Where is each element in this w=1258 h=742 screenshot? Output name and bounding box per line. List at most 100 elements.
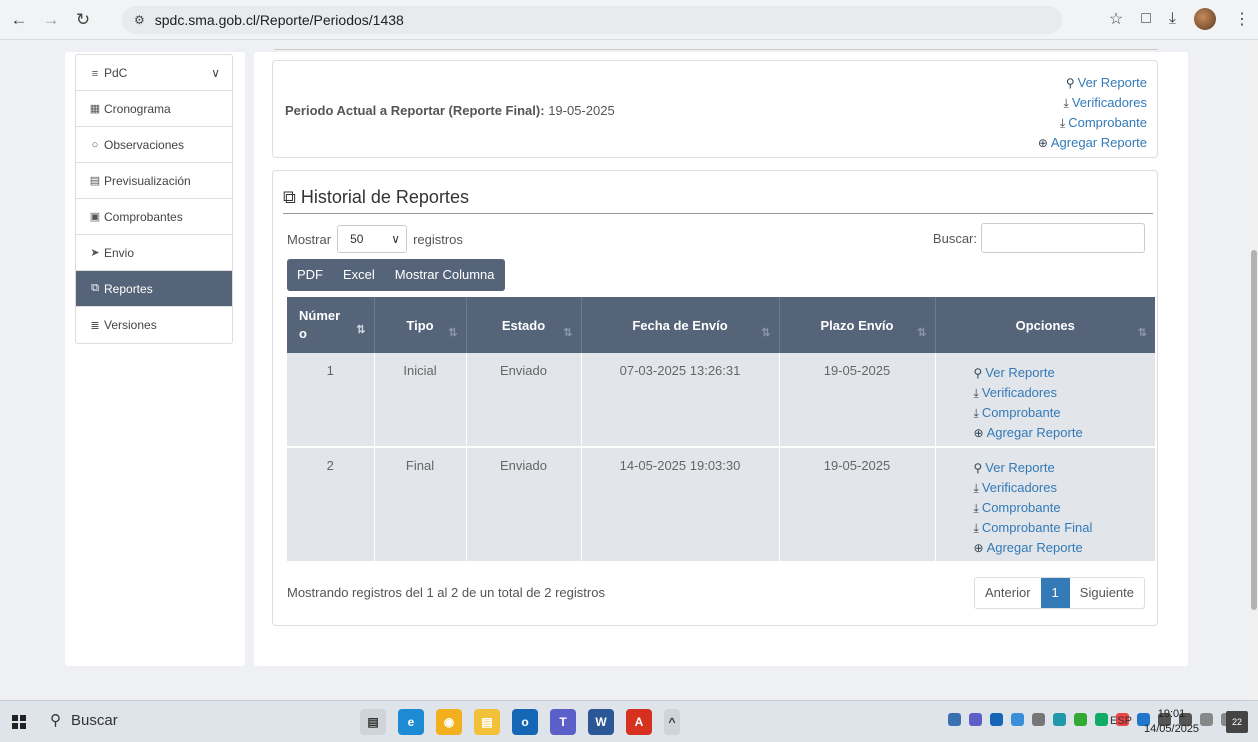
sidebar-item-label: Previsualización bbox=[104, 173, 191, 188]
comprobante-link[interactable]: ⤓ Comprobante bbox=[974, 403, 1156, 423]
search-icon: ⚲ bbox=[973, 461, 983, 475]
ver-reporte-link[interactable]: ⚲ Ver Reporte bbox=[974, 458, 1156, 478]
copy-icon: ⧉ bbox=[283, 187, 296, 207]
link-label: Ver Reporte bbox=[1077, 75, 1147, 90]
sidebar-item-label: PdC bbox=[104, 65, 128, 80]
column-header-plazo[interactable]: Plazo Envío ⇅ bbox=[779, 297, 936, 353]
comprobante-link[interactable]: ⤓ Comprobante bbox=[974, 498, 1156, 518]
windows-start-icon[interactable] bbox=[12, 715, 26, 729]
acrobat-icon[interactable]: A bbox=[626, 709, 652, 735]
verificadores-link[interactable]: ⤓ Verificadores bbox=[974, 383, 1156, 403]
column-header-numero[interactable]: Númer o ⇅ bbox=[287, 297, 375, 353]
link-label: Comprobante bbox=[1068, 115, 1147, 130]
sidebar-item-reportes[interactable]: ⧉ Reportes bbox=[76, 271, 232, 307]
records-label: registros bbox=[413, 231, 463, 247]
pagination-page[interactable]: 1 bbox=[1040, 578, 1070, 608]
volume-icon[interactable] bbox=[1200, 713, 1213, 726]
excel-button[interactable]: Excel bbox=[333, 259, 385, 291]
tray-app-icon[interactable] bbox=[1053, 713, 1066, 726]
menu-dots-icon[interactable]: ⋮ bbox=[1234, 9, 1250, 29]
onedrive-icon[interactable] bbox=[1011, 713, 1024, 726]
header-text: Fecha de Envío bbox=[632, 317, 728, 333]
tray-app-icon[interactable] bbox=[1095, 713, 1108, 726]
search-icon: ⚲ bbox=[1065, 76, 1075, 90]
chrome-icon[interactable]: ◉ bbox=[436, 709, 462, 735]
column-header-tipo[interactable]: Tipo ⇅ bbox=[374, 297, 467, 353]
reload-icon[interactable]: ↻ bbox=[70, 7, 96, 33]
ver-reporte-link[interactable]: ⚲ Ver Reporte bbox=[1038, 73, 1147, 93]
verificadores-link[interactable]: ⤓ Verificadores bbox=[974, 478, 1156, 498]
scrollbar-thumb[interactable] bbox=[1251, 250, 1257, 610]
tray-app-icon[interactable] bbox=[948, 713, 961, 726]
reports-table: Númer o ⇅ Tipo ⇅ Estado ⇅ Fecha de Envío ⇅ … bbox=[287, 297, 1155, 561]
teams-icon[interactable]: T bbox=[550, 709, 576, 735]
page-scrollbar[interactable] bbox=[1250, 40, 1258, 700]
language-indicator[interactable]: ESP bbox=[1110, 715, 1132, 727]
chevron-down-icon: ∨ bbox=[391, 232, 401, 246]
pagination: Anterior 1 Siguiente bbox=[974, 577, 1145, 609]
current-period-card: Periodo Actual a Reportar (Reporte Final… bbox=[272, 60, 1158, 158]
forward-icon[interactable]: → bbox=[38, 7, 64, 33]
notifications-badge[interactable]: 22 bbox=[1226, 711, 1248, 733]
bookmark-star-icon[interactable]: ☆ bbox=[1109, 9, 1123, 29]
agregar-reporte-link[interactable]: ⊕ Agregar Reporte bbox=[974, 423, 1156, 443]
column-header-estado[interactable]: Estado ⇅ bbox=[466, 297, 582, 353]
page-length-select[interactable]: 50 ∨ bbox=[337, 225, 408, 253]
cell-estado: Enviado bbox=[466, 353, 582, 447]
pagination-next[interactable]: Siguiente bbox=[1070, 578, 1144, 608]
agregar-reporte-link[interactable]: ⊕ Agregar Reporte bbox=[974, 538, 1156, 558]
pdf-button[interactable]: PDF bbox=[287, 259, 333, 291]
divider bbox=[283, 213, 1153, 214]
table-info: Mostrando registros del 1 al 2 de un tot… bbox=[287, 585, 605, 600]
plus-circle-icon: ⊕ bbox=[1037, 136, 1048, 150]
tray-app-icon[interactable] bbox=[1032, 713, 1045, 726]
export-buttons: PDF Excel Mostrar Columna bbox=[287, 259, 505, 291]
sidebar-item-cronograma[interactable]: ▦ Cronograma bbox=[76, 91, 232, 127]
link-label: Agregar Reporte bbox=[1050, 135, 1147, 150]
site-info-icon[interactable]: ⚙ bbox=[134, 13, 145, 27]
agregar-reporte-link[interactable]: ⊕ Agregar Reporte bbox=[1038, 133, 1147, 153]
sidebar-item-observaciones[interactable]: ○ Observaciones bbox=[76, 127, 232, 163]
download-icon[interactable]: ⤓ bbox=[1169, 10, 1176, 28]
back-icon[interactable]: ← bbox=[6, 7, 32, 33]
column-header-opciones[interactable]: Opciones ⇅ bbox=[935, 297, 1155, 353]
comprobante-final-link[interactable]: ⤓ Comprobante Final bbox=[974, 518, 1156, 538]
outlook-icon[interactable]: o bbox=[512, 709, 538, 735]
profile-avatar[interactable] bbox=[1194, 8, 1216, 30]
word-icon[interactable]: W bbox=[588, 709, 614, 735]
tray-teams-icon[interactable] bbox=[969, 713, 982, 726]
taskbar-clock[interactable]: 19:01 14/05/2025 bbox=[1144, 707, 1199, 737]
column-header-fecha[interactable]: Fecha de Envío ⇅ bbox=[581, 297, 780, 353]
chevron-down-icon[interactable]: ∨ bbox=[211, 66, 220, 80]
sidebar-item-comprobantes[interactable]: ▣ Comprobantes bbox=[76, 199, 232, 235]
address-bar[interactable]: ⚙ spdc.sma.gob.cl/Reporte/Periodos/1438 bbox=[122, 6, 1062, 34]
link-label: Verificadores bbox=[981, 480, 1057, 495]
show-column-button[interactable]: Mostrar Columna bbox=[385, 259, 505, 291]
period-label: Periodo Actual a Reportar (Reporte Final… bbox=[285, 103, 545, 118]
cell-numero: 1 bbox=[287, 353, 375, 447]
cell-fecha: 14-05-2025 19:03:30 bbox=[581, 446, 780, 561]
sidebar-item-previsualizacion[interactable]: ▤ Previsualización bbox=[76, 163, 232, 199]
ver-reporte-link[interactable]: ⚲ Ver Reporte bbox=[974, 363, 1156, 383]
sidebar-item-pdc[interactable]: ≡ PdC ∨ bbox=[76, 55, 232, 91]
tray-shield-icon[interactable] bbox=[1074, 713, 1087, 726]
sidebar-item-versiones[interactable]: ≣ Versiones bbox=[76, 307, 232, 343]
header-text: Númer bbox=[299, 308, 341, 323]
search-input[interactable] bbox=[981, 223, 1145, 253]
chevron-up-icon[interactable]: ^ bbox=[664, 709, 680, 735]
edge-icon[interactable]: e bbox=[398, 709, 424, 735]
explorer-icon[interactable]: ▤ bbox=[474, 709, 500, 735]
extensions-icon[interactable]: □ bbox=[1141, 10, 1151, 28]
comprobante-link[interactable]: ⤓ Comprobante bbox=[1038, 113, 1147, 133]
tray-outlook-icon[interactable] bbox=[990, 713, 1003, 726]
pagination-prev[interactable]: Anterior bbox=[975, 578, 1041, 608]
taskbar-search[interactable]: ⚲ Buscar bbox=[50, 711, 118, 730]
copy-icon: ⧉ bbox=[91, 282, 99, 294]
header-text: Opciones bbox=[1015, 317, 1075, 333]
task-view-icon[interactable]: ▤ bbox=[360, 709, 386, 735]
header-text: Plazo Envío bbox=[820, 317, 894, 333]
verificadores-link[interactable]: ⤓ Verificadores bbox=[1038, 93, 1147, 113]
cell-numero: 2 bbox=[287, 446, 375, 561]
sort-icon: ⇅ bbox=[563, 327, 573, 339]
sidebar-item-envio[interactable]: ➤ Envio bbox=[76, 235, 232, 271]
